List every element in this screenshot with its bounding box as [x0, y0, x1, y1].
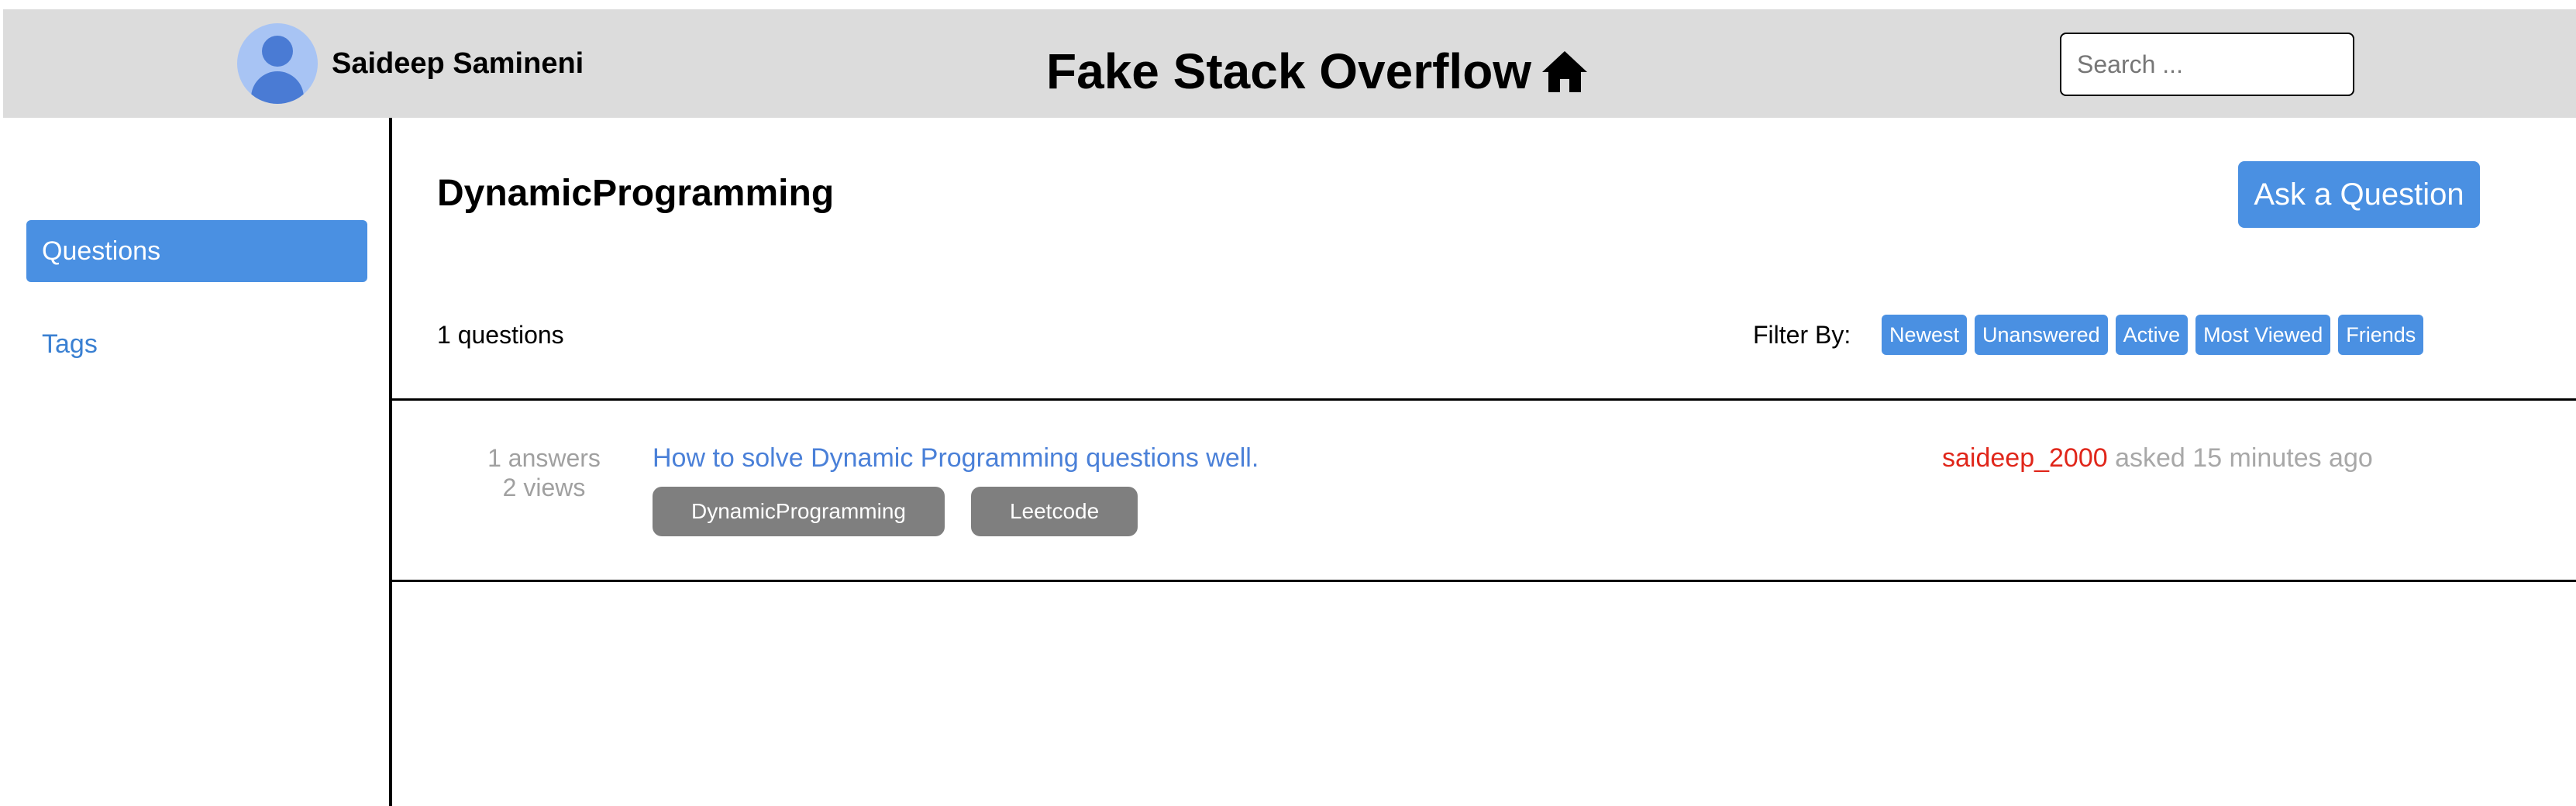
home-icon[interactable]	[1541, 48, 1589, 95]
sidebar-item-questions[interactable]: Questions	[26, 220, 367, 282]
tag-button[interactable]: Leetcode	[970, 487, 1138, 536]
ask-question-button[interactable]: Ask a Question	[2238, 161, 2480, 228]
divider	[392, 580, 2576, 582]
answer-count: 1 answers	[487, 444, 601, 472]
username: Saideep Samineni	[332, 47, 584, 80]
filter-unanswered-button[interactable]: Unanswered	[1975, 315, 2108, 355]
sidebar-item-tags[interactable]: Tags	[26, 313, 367, 375]
view-count: 2 views	[502, 474, 586, 501]
filter-most-viewed-button[interactable]: Most Viewed	[2195, 315, 2331, 355]
question-count: 1 questions	[437, 321, 564, 349]
question-meta: saideep_2000 asked 15 minutes ago	[1942, 443, 2373, 473]
search-input[interactable]	[2060, 33, 2354, 96]
tag-button[interactable]: DynamicProgramming	[653, 487, 945, 536]
avatar-icon[interactable]	[237, 23, 318, 104]
filter-friends-button[interactable]: Friends	[2338, 315, 2424, 355]
question-author[interactable]: saideep_2000	[1942, 443, 2108, 473]
site-title[interactable]: Fake Stack Overflow	[1046, 40, 1589, 102]
question-asked-time: asked 15 minutes ago	[2115, 443, 2373, 473]
filter-bar: Newest Unanswered Active Most Viewed Fri…	[1882, 315, 2424, 355]
divider	[392, 398, 2576, 401]
top-header: Saideep Samineni Fake Stack Overflow	[3, 9, 2576, 118]
filter-active-button[interactable]: Active	[2115, 315, 2189, 355]
question-stats: 1 answers 2 views	[457, 443, 631, 502]
question-tags: DynamicProgramming Leetcode	[653, 487, 1138, 536]
question-title-link[interactable]: How to solve Dynamic Programming questio…	[653, 443, 1259, 473]
avatar-head	[262, 36, 293, 67]
sidebar-divider	[389, 118, 392, 806]
site-title-text: Fake Stack Overflow	[1046, 43, 1532, 99]
filter-label: Filter By:	[1753, 321, 1851, 349]
page-title: DynamicProgramming	[437, 173, 835, 214]
avatar-body	[251, 71, 304, 104]
filter-newest-button[interactable]: Newest	[1882, 315, 1968, 355]
